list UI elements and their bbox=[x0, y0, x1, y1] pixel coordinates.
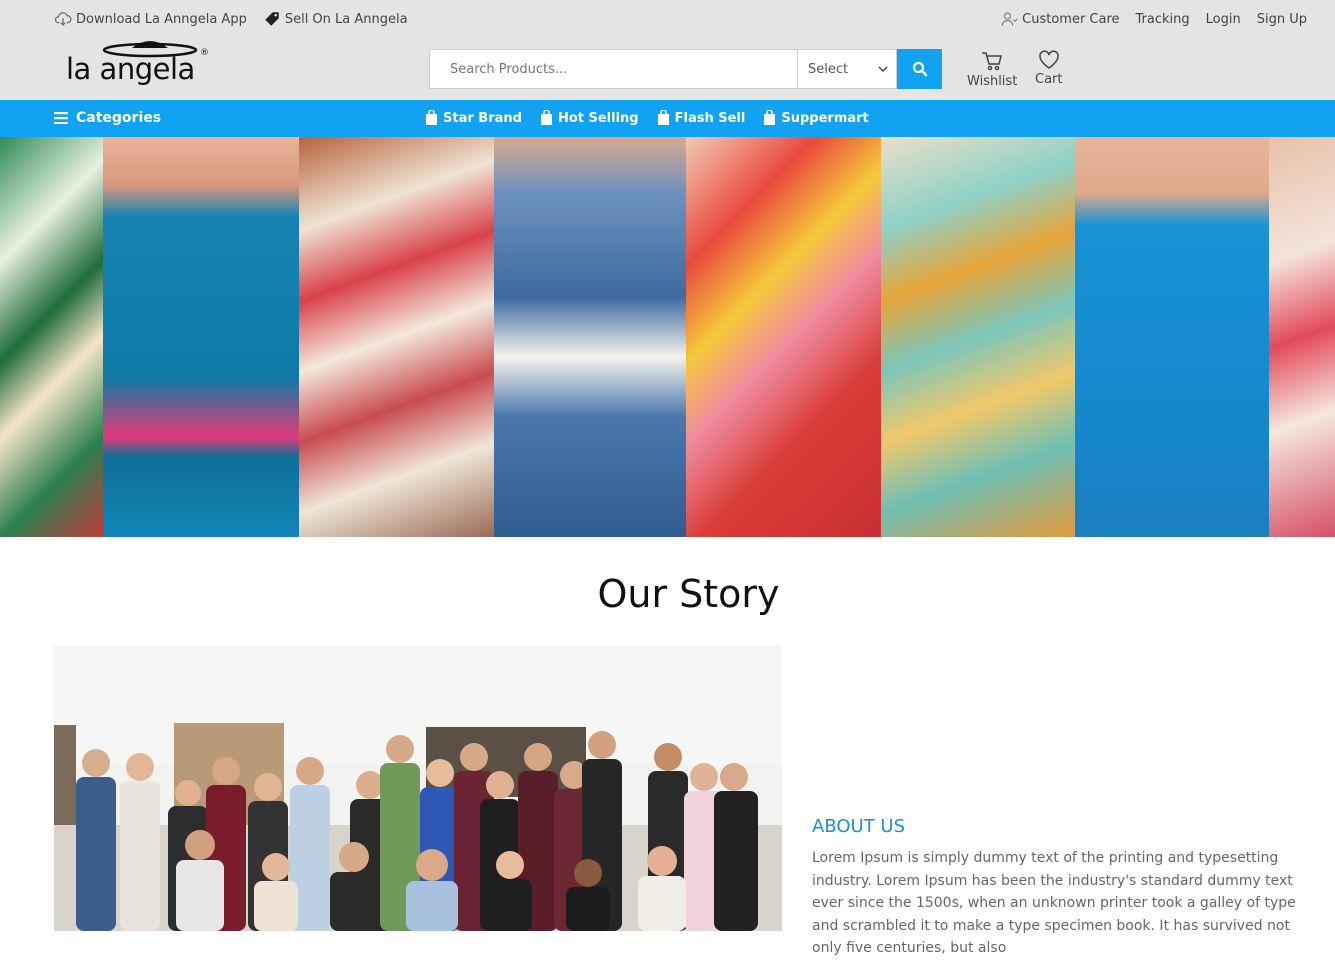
category-select-value: Select bbox=[808, 61, 849, 77]
sell-on-label: Sell On La Anngela bbox=[284, 11, 408, 27]
categories-button[interactable]: Categories bbox=[54, 110, 161, 126]
wishlist-label: Wishlist bbox=[967, 74, 1018, 89]
logo-registered: ® bbox=[200, 48, 209, 58]
nav-hot-selling-label: Hot Selling bbox=[557, 110, 639, 126]
tracking-label: Tracking bbox=[1135, 11, 1190, 27]
util-right: Customer Care Tracking Login Sign Up bbox=[1000, 10, 1307, 28]
heart-icon bbox=[1038, 50, 1059, 69]
about-us-body: Lorem Ipsum is simply dummy text of the … bbox=[812, 850, 1296, 956]
search-button[interactable] bbox=[897, 49, 942, 89]
shopping-bag-icon bbox=[657, 110, 669, 125]
nav-star-brand-label: Star Brand bbox=[443, 110, 522, 126]
our-story-title: Our Story bbox=[597, 572, 780, 616]
team-photo bbox=[54, 645, 782, 931]
nav-suppermart[interactable]: Suppermart bbox=[763, 110, 869, 126]
wishlist-button[interactable]: Wishlist bbox=[967, 50, 1017, 89]
category-select[interactable]: Select bbox=[797, 49, 897, 89]
team-photo-image bbox=[54, 645, 782, 931]
nav-links: Star Brand Hot Selling Flash Sell Supper… bbox=[425, 110, 869, 126]
sell-on-link[interactable]: Sell On La Anngela bbox=[263, 10, 408, 28]
nav-flash-sell[interactable]: Flash Sell bbox=[657, 110, 746, 126]
user-icon bbox=[1001, 12, 1018, 26]
search-bar: Select bbox=[429, 49, 942, 89]
banner-panel-floral-green bbox=[0, 137, 103, 537]
search-input[interactable] bbox=[429, 49, 797, 89]
hamburger-icon bbox=[54, 112, 68, 124]
banner-panel-floral-mint bbox=[881, 137, 1075, 537]
sign-up-label: Sign Up bbox=[1256, 11, 1307, 27]
shopping-bag-icon bbox=[540, 110, 552, 125]
logo[interactable]: la angela ® bbox=[66, 38, 216, 96]
search-icon bbox=[912, 61, 927, 77]
banner-panel-denim bbox=[494, 137, 686, 537]
top-utility-bar: Download La Anngela App Sell On La Annge… bbox=[0, 0, 1335, 38]
cart-button[interactable]: Cart bbox=[1035, 50, 1063, 87]
shopping-bag-icon bbox=[426, 110, 437, 125]
nav-star-brand[interactable]: Star Brand bbox=[425, 110, 522, 126]
customer-care-label: Customer Care bbox=[1022, 11, 1120, 27]
login-link[interactable]: Login bbox=[1206, 10, 1241, 28]
about-us-title: ABOUT US bbox=[812, 816, 906, 837]
basket-icon bbox=[982, 52, 1003, 71]
download-app-label: Download La Anngela App bbox=[76, 11, 247, 27]
cart-label: Cart bbox=[1035, 72, 1063, 87]
download-app-link[interactable]: Download La Anngela App bbox=[54, 10, 247, 28]
nav-suppermart-label: Suppermart bbox=[781, 110, 869, 126]
nav-hot-selling[interactable]: Hot Selling bbox=[540, 110, 639, 126]
util-left: Download La Anngela App Sell On La Annge… bbox=[54, 10, 408, 28]
banner-panel-floral-white bbox=[299, 137, 494, 537]
banner-panel-blue-dress-2 bbox=[1075, 137, 1269, 537]
shopping-bag-icon bbox=[764, 110, 776, 125]
tracking-link[interactable]: Tracking bbox=[1136, 10, 1190, 28]
about-us-section: ABOUT US Lorem Ipsum is simply dummy tex… bbox=[812, 816, 1312, 960]
categories-label: Categories bbox=[76, 110, 162, 126]
logo-text: la angela bbox=[66, 52, 195, 86]
hero-banner[interactable] bbox=[0, 137, 1335, 537]
main-nav: Categories Star Brand Hot Selling Flash … bbox=[0, 100, 1335, 137]
site-header: la angela ® Select Wishlist Cart bbox=[0, 38, 1335, 100]
nav-flash-sell-label: Flash Sell bbox=[674, 110, 746, 126]
chevron-down-icon bbox=[878, 66, 888, 73]
sign-up-link[interactable]: Sign Up bbox=[1257, 10, 1307, 28]
banner-panel-blue-dress bbox=[103, 137, 299, 537]
tag-icon bbox=[265, 12, 279, 26]
login-label: Login bbox=[1205, 11, 1241, 27]
customer-care-link[interactable]: Customer Care bbox=[1000, 10, 1120, 28]
cloud-download-icon bbox=[54, 12, 72, 26]
banner-panel-floral-pink bbox=[1269, 137, 1335, 537]
banner-panel-bouquet bbox=[686, 137, 881, 537]
